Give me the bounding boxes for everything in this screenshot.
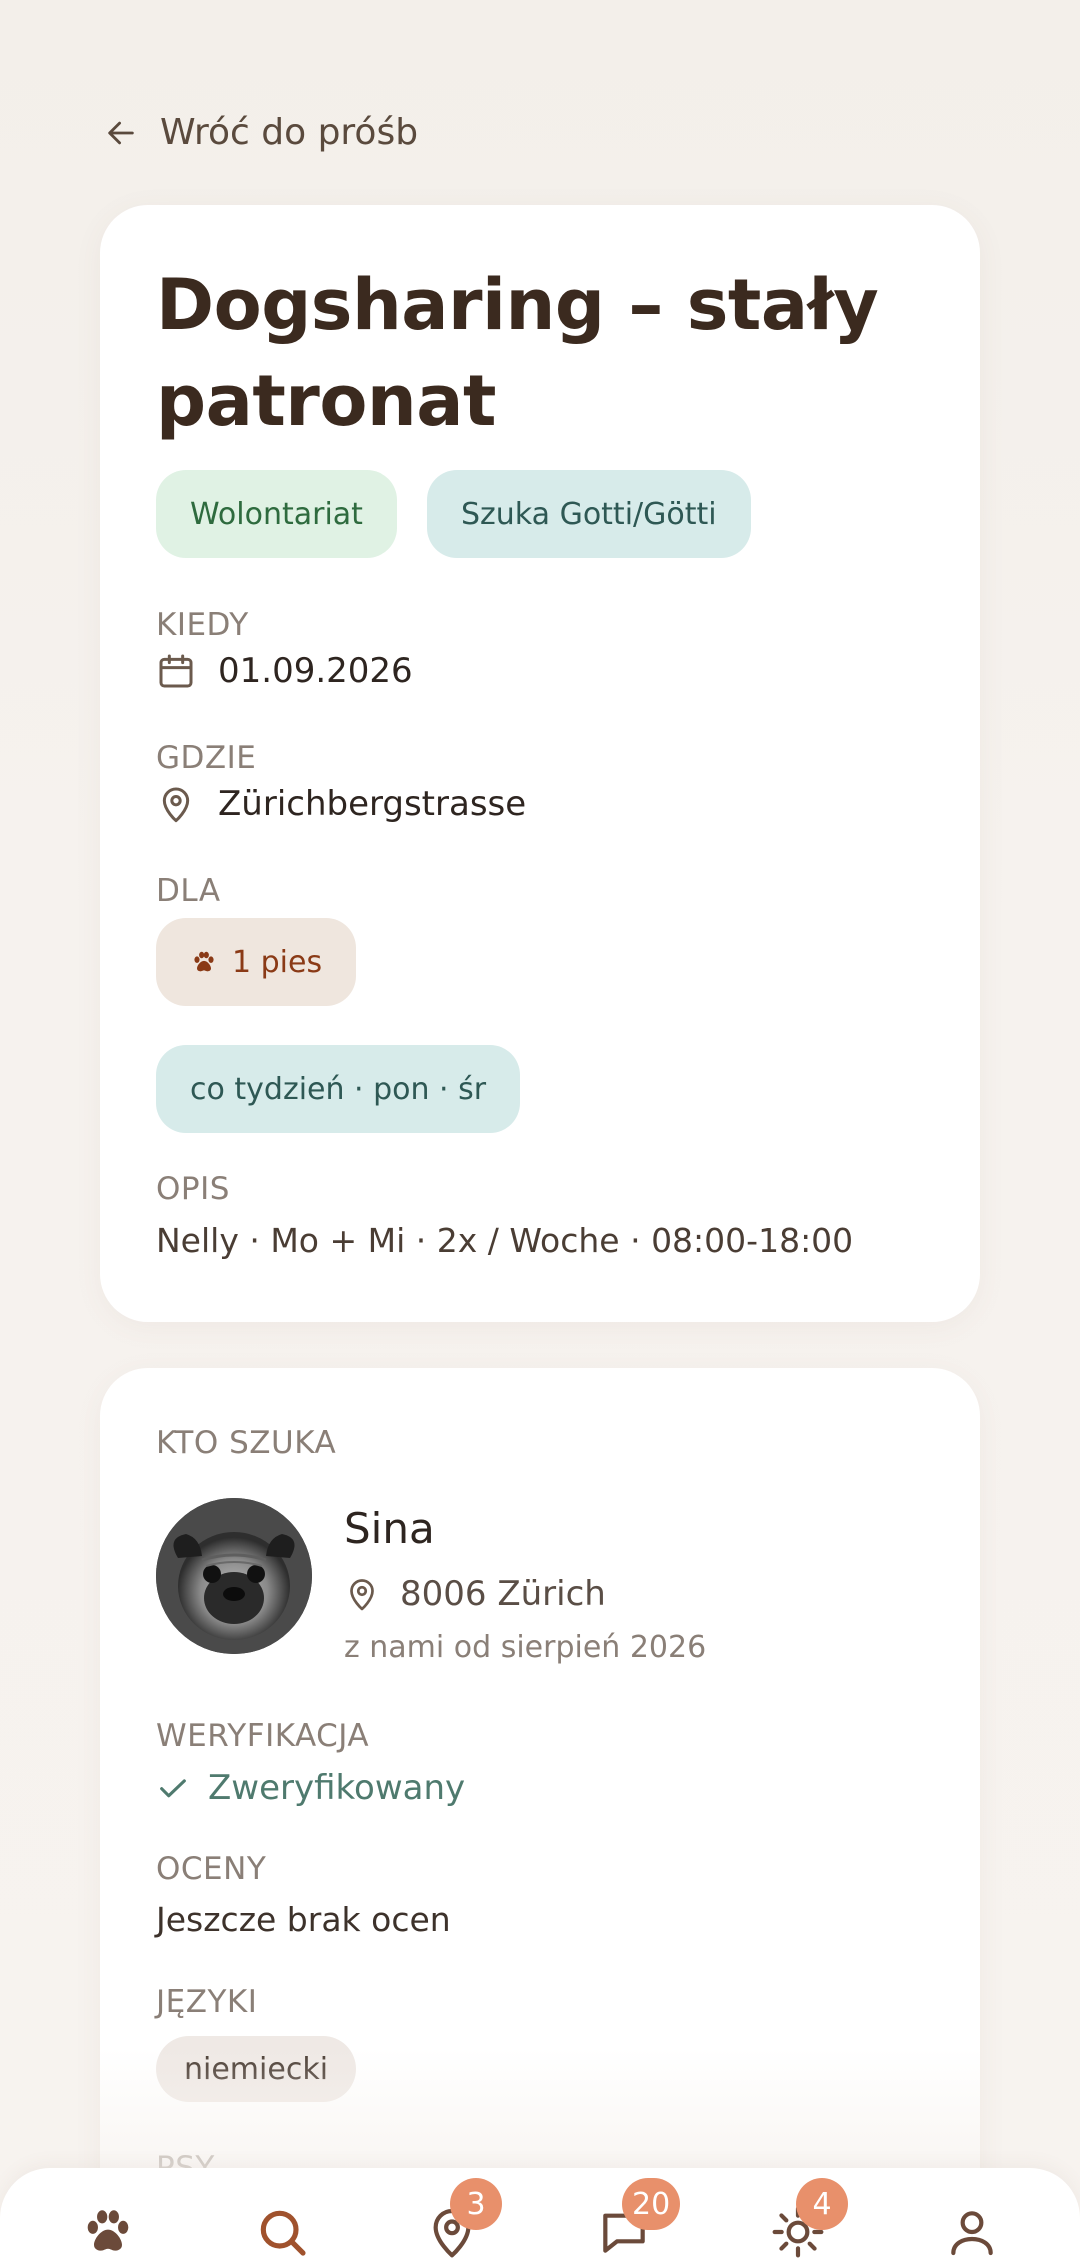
back-link-label: Wróć do próśb [160,112,419,153]
location-pin-icon [162,787,190,823]
when-row: 01.09.2026 [156,651,413,691]
language-pill: niemiecki [156,2036,357,2102]
requester-location-row: 8006 Zürich [344,1574,606,1614]
dog-count-pill: 1 pies [156,918,357,1006]
ratings-label: OCENY [156,1851,267,1887]
dog-count-value: 1 pies [232,944,323,980]
requester-card: KTO SZUKA Sina 8006 Zürich z nami od sie… [100,1368,980,2268]
verification-label: WERYFIKACJA [156,1718,370,1754]
messages-badge: 20 [622,2178,681,2230]
paw-icon [194,951,214,972]
arrow-left-icon [108,121,134,144]
for-label: DLA [156,873,221,909]
request-card: Dogsharing – stały patronat Wolontariat … [100,205,980,1322]
description-label: OPIS [156,1171,230,1207]
nav-item-messages[interactable]: 20 [592,2178,681,2264]
paw-icon [87,2210,129,2251]
nav-item-search[interactable] [250,2200,314,2264]
languages-label: JĘZYKI [156,1984,258,2020]
avatar[interactable] [156,1498,312,1654]
schedule-pill: co tydzień · pon · śr [156,1045,521,1133]
nav-item-home[interactable] [76,2200,140,2264]
search-icon [260,2210,306,2256]
nav-item-activity[interactable]: 4 [766,2178,848,2264]
activity-badge: 4 [796,2178,848,2230]
back-link[interactable]: Wróć do próśb [104,112,418,153]
when-value: 01.09.2026 [218,651,413,691]
bottom-nav: 3 20 4 [0,2168,1080,2268]
requester-location: 8006 Zürich [400,1574,606,1614]
nav-item-profile[interactable] [940,2200,1004,2264]
nav-item-map[interactable]: 3 [420,2178,502,2264]
tag-looking-for-gotti: Szuka Gotti/Götti [427,470,751,558]
requester-section-label: KTO SZUKA [156,1425,337,1461]
where-label: GDZIE [156,740,257,776]
ratings-value: Jeszcze brak ocen [156,1900,451,1939]
tag-volunteering: Wolontariat [156,470,397,558]
member-since: z nami od sierpień 2026 [344,1630,707,1665]
requester-name: Sina [344,1504,435,1553]
verification-value: Zweryfikowany [208,1768,466,1808]
calendar-icon [159,654,193,688]
request-title: Dogsharing – stały patronat [156,264,879,442]
verification-row: Zweryfikowany [156,1768,465,1808]
where-row: Zürichbergstrasse [156,784,526,824]
checkmark-icon [160,1779,186,1798]
where-value: Zürichbergstrasse [218,784,527,824]
location-pin-icon [350,1579,374,1611]
when-label: KIEDY [156,607,249,643]
profile-icon [951,2211,993,2256]
description-value: Nelly · Mo + Mi · 2x / Woche · 08:00-18:… [156,1221,854,1260]
pug-photo [156,1498,312,1654]
map-badge: 3 [450,2178,502,2230]
